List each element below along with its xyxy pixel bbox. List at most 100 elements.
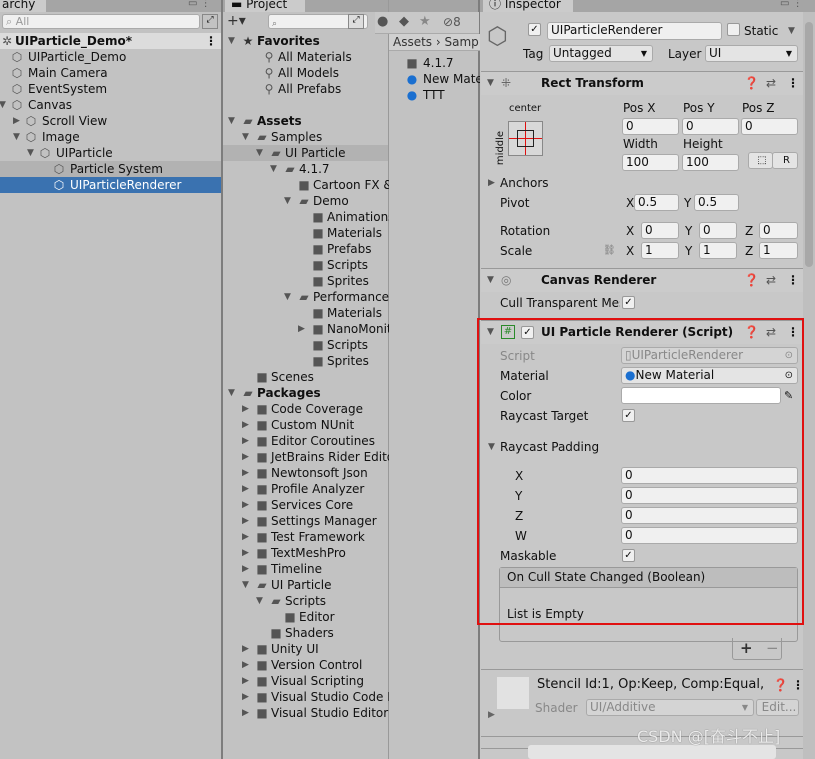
create-button[interactable]: +▾: [227, 13, 246, 29]
breadcrumb-assets[interactable]: Assets: [393, 35, 432, 49]
project-tree-item[interactable]: ■ Scripts: [223, 337, 388, 353]
anchors-expand-icon[interactable]: ▶: [488, 175, 495, 191]
asset-item[interactable]: ● New Mate: [389, 71, 483, 87]
pivot-x-input[interactable]: 0.5: [634, 194, 679, 211]
hierarchy-item[interactable]: ⬡ Particle System: [0, 161, 221, 177]
expand-arrow-icon[interactable]: ▶: [242, 673, 252, 689]
asset-item[interactable]: ■ 4.1.7: [389, 55, 478, 71]
type-filter-icon[interactable]: ●: [377, 12, 388, 32]
project-tree-item[interactable]: ■ Sprites: [223, 353, 388, 369]
project-tree-item[interactable]: ⚲ All Prefabs: [223, 81, 388, 97]
project-tree-item[interactable]: ▶ ■ TextMeshPro: [223, 545, 388, 561]
project-tree-item[interactable]: ■ Cartoon FX &: [223, 177, 392, 193]
hierarchy-item[interactable]: ⬡ UIParticleRenderer: [0, 177, 221, 193]
project-tree-item[interactable]: ▶ ■ Timeline: [223, 561, 388, 577]
project-tree-item[interactable]: ▶ ■ Editor Coroutines: [223, 433, 388, 449]
project-tree-item[interactable]: ▶ ■ JetBrains Rider Edito: [223, 449, 394, 465]
help-icon[interactable]: ❓: [773, 677, 788, 693]
shader-edit-button[interactable]: Edit...: [756, 699, 799, 716]
expand-arrow-icon[interactable]: ▶: [298, 321, 308, 337]
project-tree-item[interactable]: ▶ ■ Visual Scripting: [223, 673, 388, 689]
project-tree-item[interactable]: ▼ ▰ Packages: [223, 385, 388, 401]
project-tree-item[interactable]: ▶ ■ Version Control: [223, 657, 388, 673]
project-tree-item[interactable]: ■ Scripts: [223, 257, 388, 273]
collapse-arrow-icon[interactable]: ▼: [487, 75, 494, 91]
context-menu-icon[interactable]: ⋮: [787, 272, 799, 288]
scale-y-input[interactable]: 1: [699, 242, 737, 259]
active-checkbox[interactable]: ✓: [528, 23, 541, 36]
blueprint-mode-button[interactable]: ⬚: [748, 152, 773, 169]
hidden-packages-icon[interactable]: ⊘8: [443, 12, 461, 32]
expand-arrow-icon[interactable]: ▶: [242, 497, 252, 513]
context-menu-icon[interactable]: ⋮: [792, 677, 804, 693]
asset-item[interactable]: ● TTT: [389, 87, 478, 103]
scale-z-input[interactable]: 1: [759, 242, 798, 259]
project-tree-item[interactable]: ▼ ▰ 4.1.7: [223, 161, 388, 177]
project-tree-item[interactable]: ▶ ■ Custom NUnit: [223, 417, 388, 433]
constrain-proportions-icon[interactable]: ⛓: [603, 243, 616, 259]
canvas-renderer-header[interactable]: ▼ ◎ Canvas Renderer ❓ ⇄ ⋮: [481, 268, 803, 292]
remove-event-button[interactable]: −: [766, 640, 779, 656]
search-popout-icon[interactable]: ⤢: [202, 14, 218, 29]
rot-z-input[interactable]: 0: [759, 222, 798, 239]
project-tree-item[interactable]: ▶ ■ Profile Analyzer: [223, 481, 388, 497]
context-menu-icon[interactable]: ⋮: [787, 75, 799, 91]
hierarchy-item[interactable]: ▼ ⬡ Canvas: [0, 97, 221, 113]
expand-arrow-icon[interactable]: ▼: [256, 145, 266, 161]
label-filter-icon[interactable]: ◆: [399, 12, 409, 32]
project-tree-item[interactable]: ■ Scenes: [223, 369, 388, 385]
static-dropdown-icon[interactable]: ▼: [788, 23, 795, 39]
expand-arrow-icon[interactable]: ▼: [13, 129, 23, 145]
posx-input[interactable]: 0: [622, 118, 679, 135]
expand-arrow-icon[interactable]: ▼: [27, 145, 37, 161]
project-tree-item[interactable]: ■ Materials: [223, 305, 388, 321]
expand-arrow-icon[interactable]: ▼: [284, 193, 294, 209]
collapse-arrow-icon[interactable]: ▼: [487, 272, 494, 288]
rect-transform-header[interactable]: ▼ ⁜ Rect Transform ❓ ⇄ ⋮: [481, 71, 803, 95]
scale-x-input[interactable]: 1: [641, 242, 679, 259]
scene-header[interactable]: ✲ UIParticle_Demo* ⋮: [0, 33, 221, 49]
scrollbar-thumb[interactable]: [805, 22, 813, 267]
material-expand-icon[interactable]: ▶: [488, 707, 495, 723]
object-name-input[interactable]: UIParticleRenderer: [547, 22, 722, 40]
hierarchy-tab[interactable]: archy: [0, 0, 46, 12]
hierarchy-item[interactable]: ▼ ⬡ UIParticle: [0, 145, 221, 161]
project-tree-item[interactable]: ▼ ▰ Performance: [223, 289, 389, 305]
expand-arrow-icon[interactable]: ▶: [242, 657, 252, 673]
project-tree-item[interactable]: ▶ ■ NanoMonit: [223, 321, 392, 337]
inspector-tab[interactable]: ⓘ Inspector: [483, 0, 573, 12]
expand-arrow-icon[interactable]: ▼: [284, 289, 294, 305]
lock-icon[interactable]: ▭ ⋮: [780, 0, 803, 9]
project-tree-item[interactable]: ■ Materials: [223, 225, 388, 241]
expand-arrow-icon[interactable]: ▼: [228, 113, 238, 129]
project-tree-item[interactable]: ▶ ■ Unity UI: [223, 641, 388, 657]
expand-arrow-icon[interactable]: ▼: [270, 161, 280, 177]
expand-arrow-icon[interactable]: ▶: [242, 529, 252, 545]
project-tree-item[interactable]: ■ Prefabs: [223, 241, 388, 257]
project-tab[interactable]: ▬ Project: [225, 0, 305, 12]
project-tree-item[interactable]: ▼ ▰ UI Particle: [223, 145, 388, 161]
expand-arrow-icon[interactable]: ▶: [13, 113, 23, 129]
help-icon[interactable]: ❓: [744, 75, 759, 91]
project-tree-item[interactable]: ▶ ■ Services Core: [223, 497, 388, 513]
project-tree-item[interactable]: ▼ ▰ Assets: [223, 113, 388, 129]
expand-arrow-icon[interactable]: ▶: [242, 401, 252, 417]
hierarchy-item[interactable]: ▼ ⬡ Image: [0, 129, 221, 145]
expand-arrow-icon[interactable]: ▼: [256, 593, 266, 609]
lock-icon[interactable]: ▭ ⋮: [188, 0, 211, 9]
posz-input[interactable]: 0: [741, 118, 798, 135]
help-icon[interactable]: ❓: [744, 272, 759, 288]
cull-transparent-checkbox[interactable]: ✓: [622, 296, 635, 309]
pivot-y-input[interactable]: 0.5: [694, 194, 739, 211]
expand-arrow-icon[interactable]: ▶: [242, 417, 252, 433]
anchor-preset-button[interactable]: [508, 121, 543, 156]
project-tree-item[interactable]: ▼ ▰ Samples: [223, 129, 388, 145]
expand-arrow-icon[interactable]: ▶: [242, 449, 252, 465]
expand-arrow-icon[interactable]: ▶: [242, 513, 252, 529]
shader-dropdown[interactable]: UI/Additive ▼: [586, 699, 754, 716]
project-tree-item[interactable]: ▶ ■ Visual Studio Code E: [223, 689, 395, 705]
scene-menu-icon[interactable]: ⋮: [205, 33, 217, 49]
presets-icon[interactable]: ⇄: [766, 272, 776, 288]
expand-arrow-icon[interactable]: ▼: [228, 385, 238, 401]
rot-y-input[interactable]: 0: [699, 222, 737, 239]
